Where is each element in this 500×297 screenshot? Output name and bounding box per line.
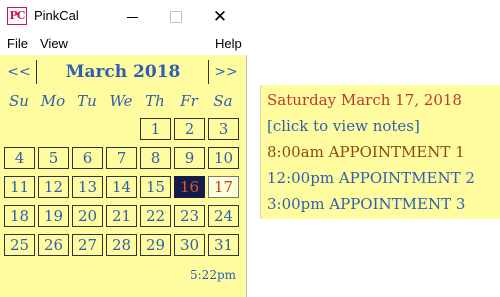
calendar-day[interactable]: 26 <box>38 234 69 256</box>
notes-panel: Saturday March 17, 2018 [click to view n… <box>260 85 500 219</box>
appointment-item[interactable]: 12:00pm APPOINTMENT 2 <box>267 169 475 187</box>
calendar-day[interactable]: 4 <box>4 147 35 169</box>
clock-time: 5:22pm <box>190 268 237 282</box>
calendar-day[interactable]: 20 <box>72 205 103 227</box>
month-title: March 2018 <box>65 62 181 82</box>
title-bar[interactable]: PC PinkCal ✕ <box>0 0 247 33</box>
calendar-day[interactable]: 18 <box>4 205 35 227</box>
menu-help[interactable]: Help <box>215 36 242 51</box>
calendar-day[interactable]: 10 <box>208 147 239 169</box>
appointment-item[interactable]: 3:00pm APPOINTMENT 3 <box>267 195 465 213</box>
selected-date-heading: Saturday March 17, 2018 <box>267 91 462 109</box>
calendar-day[interactable]: 11 <box>4 176 35 198</box>
view-notes-link[interactable]: [click to view notes] <box>267 117 420 135</box>
weekday-header: Fr <box>180 92 198 110</box>
close-button[interactable]: ✕ <box>200 0 240 33</box>
calendar-day[interactable]: 14 <box>106 176 137 198</box>
close-icon: ✕ <box>212 6 228 27</box>
calendar-day[interactable]: 12 <box>38 176 69 198</box>
calendar-day[interactable]: 28 <box>106 234 137 256</box>
calendar-day[interactable]: 16 <box>174 176 205 198</box>
window-title: PinkCal <box>34 8 79 23</box>
weekday-header: Tu <box>77 92 97 110</box>
calendar-day[interactable]: 27 <box>72 234 103 256</box>
calendar-day[interactable]: 17 <box>208 176 239 198</box>
calendar-day[interactable]: 8 <box>140 147 171 169</box>
calendar-panel: << March 2018 >> 5:22pm Su Mo Tu We Th Fr Sa 1 2… <box>0 55 246 297</box>
calendar-day[interactable]: 31 <box>208 234 239 256</box>
weekday-header: We <box>109 92 133 110</box>
menu-file[interactable]: File <box>7 36 28 51</box>
previous-month-button[interactable]: << <box>2 60 37 84</box>
maximize-button[interactable] <box>156 0 196 33</box>
calendar-day[interactable]: 29 <box>140 234 171 256</box>
calendar-day[interactable]: 30 <box>174 234 205 256</box>
maximize-icon <box>170 10 182 23</box>
calendar-day[interactable]: 22 <box>140 205 171 227</box>
calendar-day[interactable]: 3 <box>208 118 239 140</box>
calendar-day[interactable]: 15 <box>140 176 171 198</box>
calendar-day[interactable]: 6 <box>72 147 103 169</box>
pinkcal-app-icon[interactable]: PC <box>7 7 27 25</box>
calendar-day[interactable]: 23 <box>174 205 205 227</box>
minimize-button[interactable] <box>112 0 152 33</box>
calendar-day[interactable]: 2 <box>174 118 205 140</box>
calendar-day[interactable]: 7 <box>106 147 137 169</box>
calendar-day[interactable]: 24 <box>208 205 239 227</box>
menu-view[interactable]: View <box>40 36 68 51</box>
next-month-button[interactable]: >> <box>208 60 243 84</box>
minimize-icon <box>126 17 138 18</box>
weekday-header: Mo <box>40 92 66 110</box>
calendar-day[interactable]: 5 <box>38 147 69 169</box>
calendar-day[interactable]: 25 <box>4 234 35 256</box>
pinkcal-window: PC PinkCal ✕ File View Help << March 201… <box>0 0 247 297</box>
calendar-day[interactable]: 21 <box>106 205 137 227</box>
calendar-day[interactable]: 13 <box>72 176 103 198</box>
calendar-day[interactable]: 19 <box>38 205 69 227</box>
calendar-day[interactable]: 1 <box>140 118 171 140</box>
menu-bar: File View Help <box>0 33 247 55</box>
appointment-item[interactable]: 8:00am APPOINTMENT 1 <box>267 143 465 161</box>
weekday-header: Th <box>145 92 165 110</box>
weekday-header: Sa <box>213 92 233 110</box>
weekday-header: Su <box>9 92 29 110</box>
calendar-day[interactable]: 9 <box>174 147 205 169</box>
